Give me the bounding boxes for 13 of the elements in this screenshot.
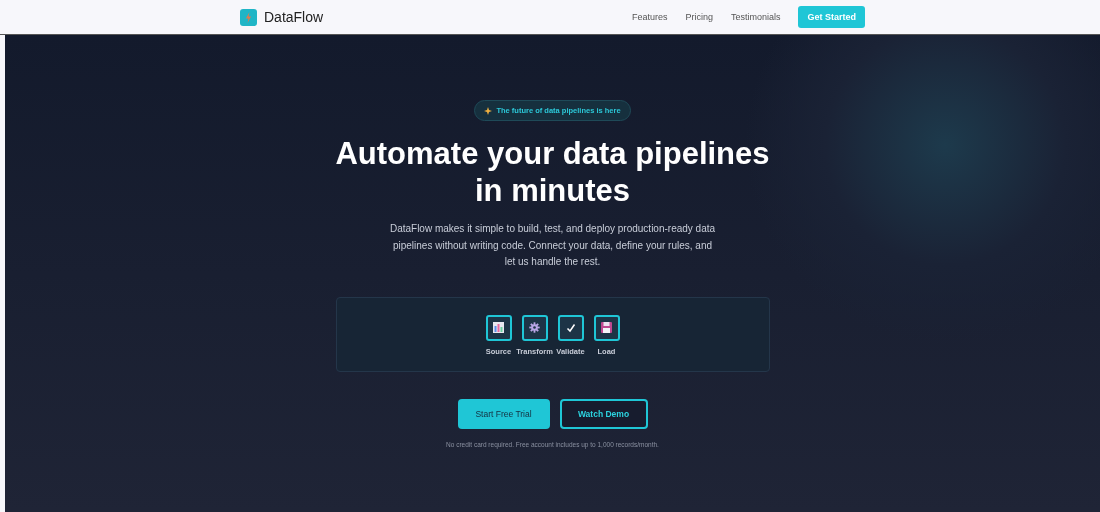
gear-icon [529, 322, 540, 333]
checkmark-icon [565, 322, 576, 333]
watch-demo-button[interactable]: Watch Demo [559, 398, 648, 429]
sparkle-icon [484, 106, 493, 115]
nav-link[interactable]: Features [631, 12, 668, 22]
start-trial-button[interactable]: Start Free Trial [457, 398, 550, 429]
bar-chart-icon [493, 322, 504, 333]
nav-link[interactable]: Testimonials [730, 12, 781, 22]
brand-name: DataFlow [264, 9, 324, 25]
hero-title: Automate your data pipelines in minutes [335, 135, 770, 209]
lightning-logo-icon [240, 8, 257, 26]
hero-subtitle: DataFlow makes it simple to build, test, and deploy production-ready data pipelines without writing code. Connect your data, define your rules, and let us handle the rest. [388, 222, 717, 269]
nav-link[interactable]: Pricing [685, 12, 713, 22]
